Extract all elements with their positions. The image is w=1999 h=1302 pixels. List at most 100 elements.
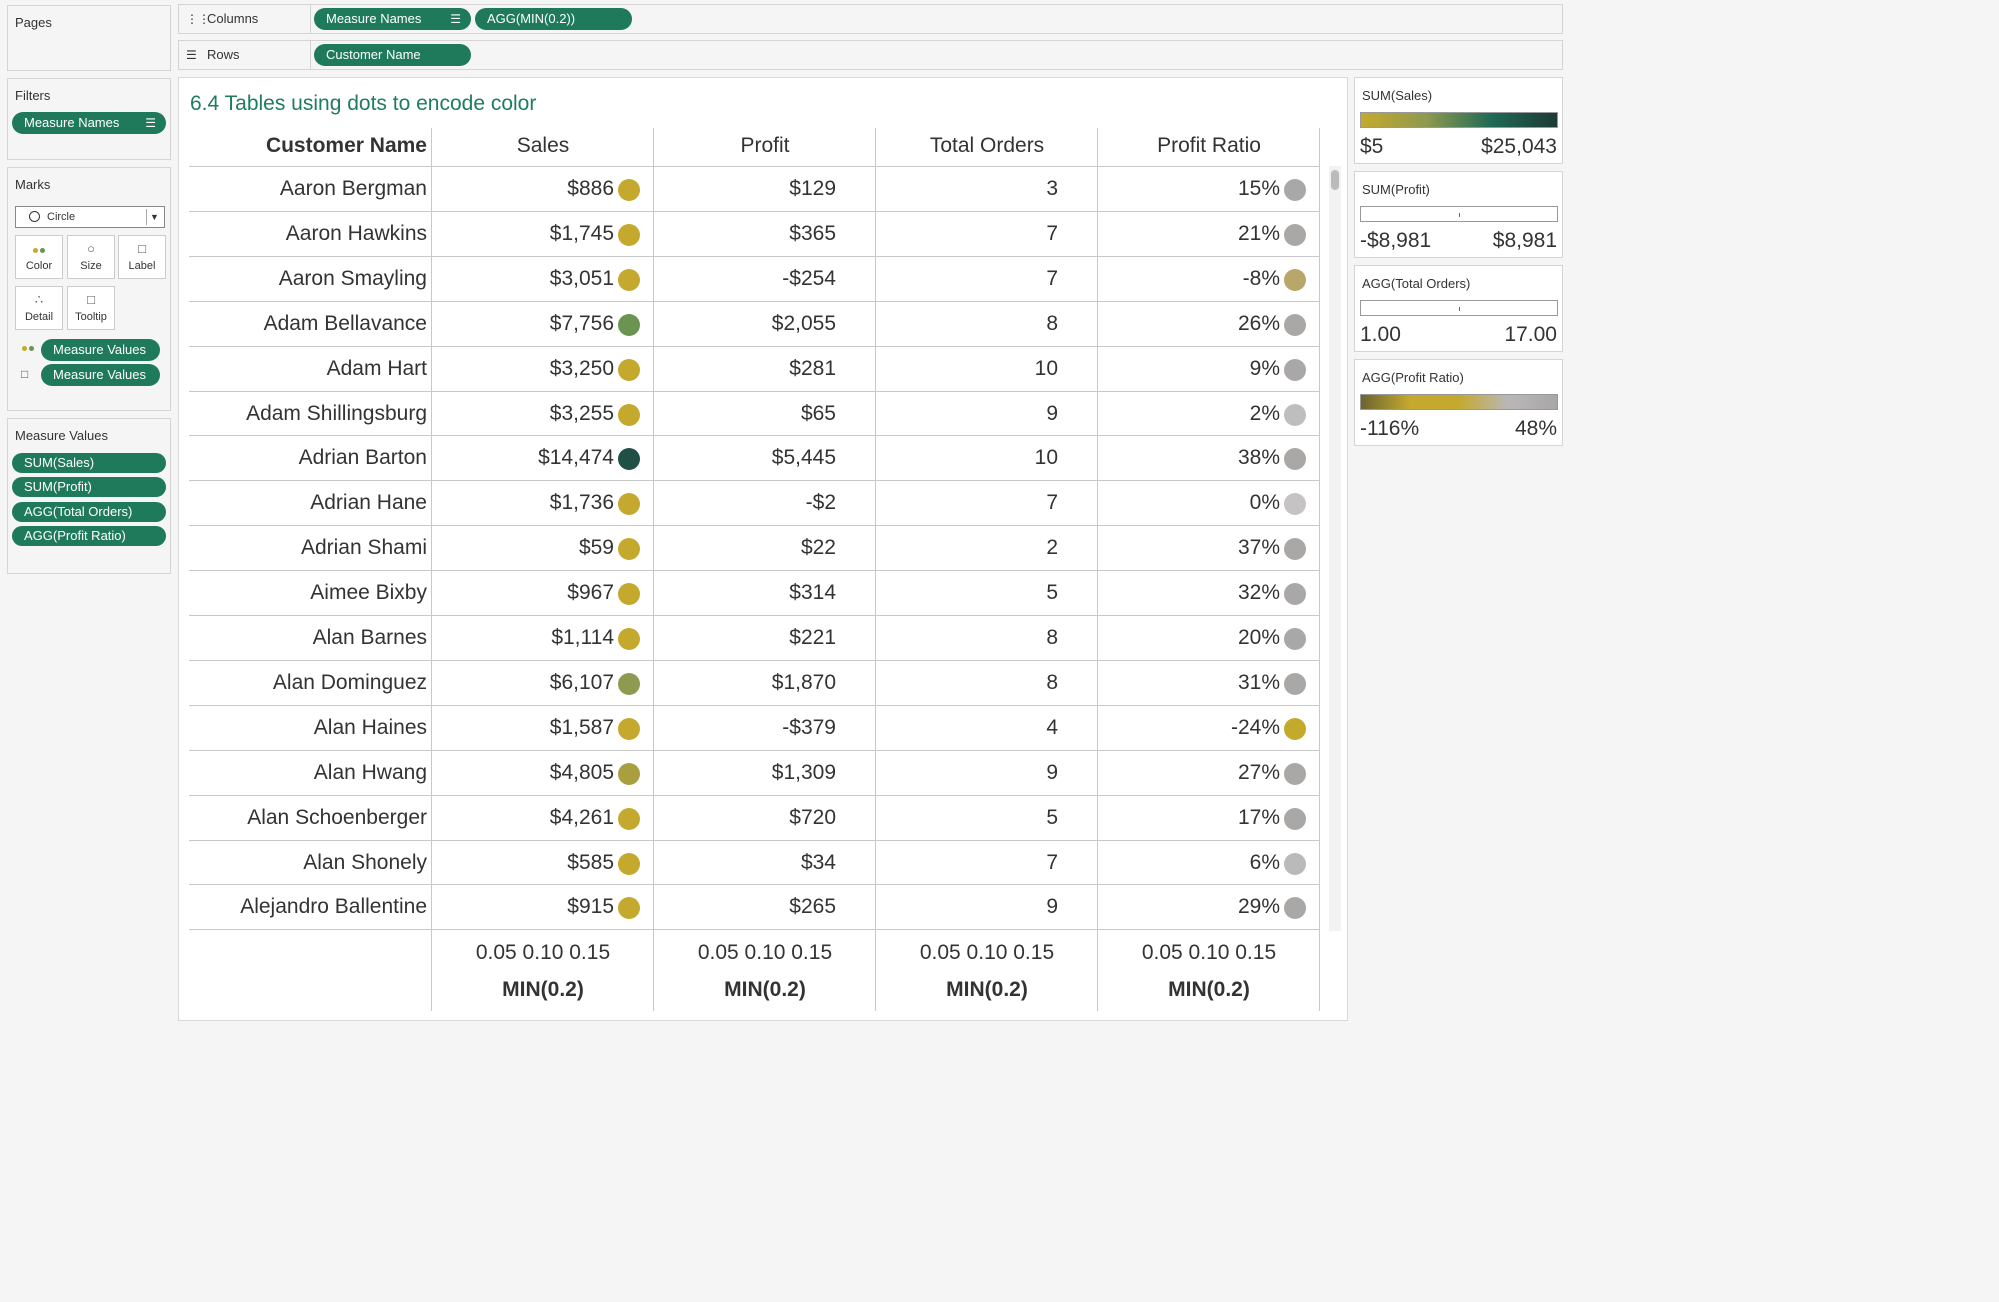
cell-ratio[interactable]: 15% <box>1100 177 1280 201</box>
cell-ratio[interactable]: 37% <box>1100 536 1280 560</box>
marks-label-button[interactable]: □ Label <box>118 235 166 279</box>
color-dot-ratio[interactable] <box>1284 403 1306 426</box>
cell-profit[interactable]: $265 <box>656 895 836 919</box>
color-dot-sales[interactable] <box>618 358 640 381</box>
color-dot-sales[interactable] <box>618 493 640 516</box>
color-dot-ratio[interactable] <box>1284 179 1306 201</box>
color-dot-sales[interactable] <box>618 223 640 246</box>
color-dot-sales[interactable] <box>618 672 640 695</box>
pages-card[interactable]: Pages <box>7 5 171 71</box>
cell-sales[interactable]: $6,107 <box>434 671 614 695</box>
cell-sales[interactable]: $1,745 <box>434 222 614 246</box>
table-row-name[interactable]: Aaron Smayling <box>189 267 427 291</box>
cell-orders[interactable]: 4 <box>878 716 1058 740</box>
label-measure-values-pill[interactable]: Measure Values <box>41 364 160 386</box>
color-dot-ratio[interactable] <box>1284 493 1306 516</box>
color-dot-sales[interactable] <box>618 762 640 785</box>
legend-total-orders[interactable]: AGG(Total Orders) 1.00 17.00 <box>1354 265 1563 352</box>
color-dot-sales[interactable] <box>618 852 640 875</box>
legend-sum-profit[interactable]: SUM(Profit) -$8,981 $8,981 <box>1354 171 1563 258</box>
columns-shelf[interactable]: ⋮⋮ Columns Measure Names ☰ AGG(MIN(0.2)) <box>178 4 1563 34</box>
cell-profit[interactable]: -$2 <box>656 491 836 515</box>
cell-orders[interactable]: 7 <box>878 851 1058 875</box>
color-dot-ratio[interactable] <box>1284 717 1306 740</box>
cell-orders[interactable]: 8 <box>878 671 1058 695</box>
table-row-name[interactable]: Alan Dominguez <box>189 671 427 695</box>
cell-sales[interactable]: $1,736 <box>434 491 614 515</box>
color-dot-sales[interactable] <box>618 717 640 740</box>
cell-ratio[interactable]: 27% <box>1100 761 1280 785</box>
color-dot-sales[interactable] <box>618 179 640 201</box>
table-row-name[interactable]: Adrian Hane <box>189 491 427 515</box>
table-row-name[interactable]: Alan Hwang <box>189 761 427 785</box>
filter-pill-measure-names[interactable]: Measure Names ☰ <box>12 112 166 134</box>
color-dot-ratio[interactable] <box>1284 538 1306 561</box>
cell-orders[interactable]: 7 <box>878 267 1058 291</box>
color-measure-values-pill[interactable]: Measure Values <box>41 339 160 361</box>
cell-orders[interactable]: 8 <box>878 626 1058 650</box>
color-dot-ratio[interactable] <box>1284 313 1306 336</box>
cell-ratio[interactable]: 20% <box>1100 626 1280 650</box>
color-dot-sales[interactable] <box>618 628 640 650</box>
color-dot-sales[interactable] <box>618 448 640 471</box>
color-dot-sales[interactable] <box>618 313 640 336</box>
color-dot-ratio[interactable] <box>1284 223 1306 246</box>
cell-sales[interactable]: $14,474 <box>434 446 614 470</box>
table-row-name[interactable]: Alan Barnes <box>189 626 427 650</box>
cell-profit[interactable]: $314 <box>656 581 836 605</box>
cell-sales[interactable]: $59 <box>434 536 614 560</box>
color-dot-ratio[interactable] <box>1284 583 1306 606</box>
mv-pill-total-orders[interactable]: AGG(Total Orders) <box>12 502 166 522</box>
marks-color-button[interactable]: Color <box>15 235 63 279</box>
mv-pill-sum-sales[interactable]: SUM(Sales) <box>12 453 166 473</box>
marks-size-button[interactable]: ○ Size <box>67 235 115 279</box>
cell-sales[interactable]: $4,805 <box>434 761 614 785</box>
table-row-name[interactable]: Alan Shonely <box>189 851 427 875</box>
color-dot-sales[interactable] <box>618 583 640 606</box>
color-dot-sales[interactable] <box>618 807 640 830</box>
color-dot-ratio[interactable] <box>1284 672 1306 695</box>
columns-pill-agg-min[interactable]: AGG(MIN(0.2)) <box>475 8 632 30</box>
color-dot-ratio[interactable] <box>1284 897 1306 920</box>
viz-canvas[interactable]: 6.4 Tables using dots to encode color Cu… <box>178 77 1348 1021</box>
table-row-name[interactable]: Aaron Hawkins <box>189 222 427 246</box>
color-dot-sales[interactable] <box>618 403 640 426</box>
table-row-name[interactable]: Adrian Barton <box>189 446 427 470</box>
cell-sales[interactable]: $915 <box>434 895 614 919</box>
cell-orders[interactable]: 9 <box>878 402 1058 426</box>
table-row-name[interactable]: Alan Schoenberger <box>189 806 427 830</box>
mv-pill-profit-ratio[interactable]: AGG(Profit Ratio) <box>12 526 166 546</box>
cell-orders[interactable]: 9 <box>878 761 1058 785</box>
cell-profit[interactable]: $1,309 <box>656 761 836 785</box>
cell-profit[interactable]: $2,055 <box>656 312 836 336</box>
legend-sum-sales[interactable]: SUM(Sales) $5 $25,043 <box>1354 77 1563 164</box>
cell-ratio[interactable]: 9% <box>1100 357 1280 381</box>
cell-orders[interactable]: 9 <box>878 895 1058 919</box>
scrollbar[interactable] <box>1329 166 1341 931</box>
scrollbar-thumb[interactable] <box>1331 170 1339 190</box>
cell-ratio[interactable]: 32% <box>1100 581 1280 605</box>
cell-profit[interactable]: $365 <box>656 222 836 246</box>
color-dot-ratio[interactable] <box>1284 448 1306 471</box>
color-dot-ratio[interactable] <box>1284 358 1306 381</box>
cell-profit[interactable]: $65 <box>656 402 836 426</box>
color-dot-ratio[interactable] <box>1284 268 1306 291</box>
cell-orders[interactable]: 7 <box>878 222 1058 246</box>
table-row-name[interactable]: Aaron Bergman <box>189 177 427 201</box>
cell-profit[interactable]: $129 <box>656 177 836 201</box>
rows-shelf[interactable]: ☰ Rows Customer Name <box>178 40 1563 70</box>
cell-profit[interactable]: $5,445 <box>656 446 836 470</box>
color-dot-sales[interactable] <box>618 538 640 561</box>
cell-sales[interactable]: $886 <box>434 177 614 201</box>
cell-orders[interactable]: 8 <box>878 312 1058 336</box>
marks-tooltip-button[interactable]: □ Tooltip <box>67 286 115 330</box>
cell-ratio[interactable]: 38% <box>1100 446 1280 470</box>
mv-pill-sum-profit[interactable]: SUM(Profit) <box>12 477 166 497</box>
cell-profit[interactable]: $22 <box>656 536 836 560</box>
cell-profit[interactable]: $1,870 <box>656 671 836 695</box>
cell-ratio[interactable]: 31% <box>1100 671 1280 695</box>
mark-type-dropdown[interactable]: Circle ▼ <box>15 206 165 228</box>
cell-sales[interactable]: $967 <box>434 581 614 605</box>
cell-sales[interactable]: $3,250 <box>434 357 614 381</box>
cell-sales[interactable]: $3,051 <box>434 267 614 291</box>
